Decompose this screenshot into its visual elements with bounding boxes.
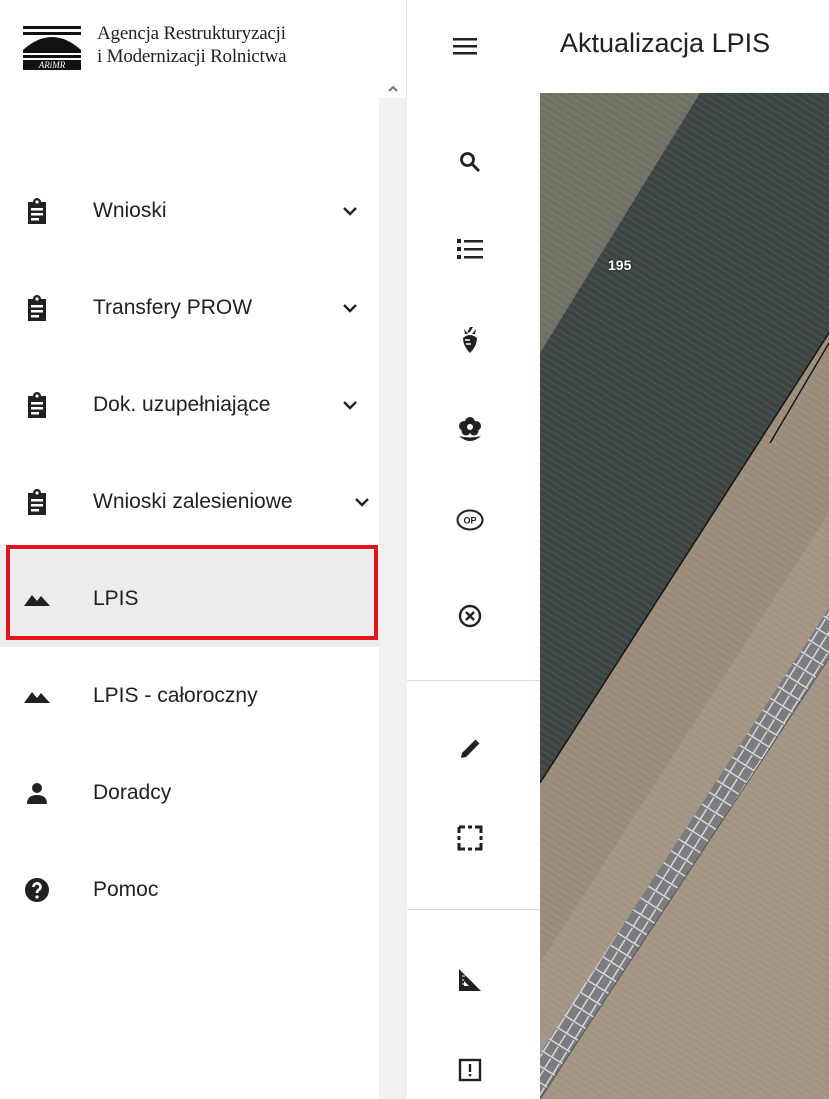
chevron-down-icon[interactable] <box>340 395 360 415</box>
chevron-down-icon[interactable] <box>352 492 372 512</box>
clipboard-icon <box>24 294 50 321</box>
sidebar-item-label: LPIS <box>93 586 139 610</box>
sidebar-item-label: Wnioski <box>93 198 167 222</box>
sidebar-item-transfery-prow[interactable]: Transfery PROW <box>0 259 379 356</box>
search-icon <box>460 152 481 173</box>
sidebar-item-lpis-caloroczny[interactable]: LPIS - całoroczny <box>0 647 379 744</box>
sidebar-item-label: Transfery PROW <box>93 295 253 319</box>
measure-tool-button[interactable] <box>451 961 489 999</box>
arimr-logo-icon: ARiMR <box>19 22 85 72</box>
alert-box-icon <box>458 1058 482 1082</box>
op-badge-icon: OP <box>456 509 484 531</box>
aerial-orthophoto[interactable] <box>540 93 829 1099</box>
sidebar-item-lpis[interactable]: LPIS <box>0 550 379 647</box>
agency-name-line1: Agencja Restrukturyzacji <box>97 23 286 44</box>
sidebar-scrollbar[interactable] <box>379 98 407 1099</box>
agency-name: Agencja Restrukturyzacji i Modernizacji … <box>97 22 287 68</box>
clipboard-icon <box>24 488 50 515</box>
sidebar-item-label: Doradcy <box>93 780 172 804</box>
sidebar-item-pomoc[interactable]: Pomoc <box>0 841 379 938</box>
page-title: Aktualizacja LPIS <box>560 28 771 58</box>
pencil-icon <box>461 739 480 758</box>
report-tool-button[interactable] <box>451 1051 489 1089</box>
sidebar-item-wnioski-zalesieniowe[interactable]: Wnioski zalesieniowe <box>0 453 379 550</box>
chevron-down-icon[interactable] <box>340 201 360 221</box>
crop-tool-button[interactable] <box>451 321 489 359</box>
navigation-drawer: ARiMR Agencja Restrukturyzacji i Moderni… <box>0 0 407 1099</box>
op-badge-label: OP <box>463 516 476 526</box>
aerial-map-view[interactable]: 195 <box>540 93 829 1099</box>
logo-wordmark: ARiMR <box>38 60 66 70</box>
sidebar-item-label: LPIS - całoroczny <box>93 683 258 707</box>
cancel-tool-button[interactable] <box>451 597 489 635</box>
sidebar-item-label: Wnioski zalesieniowe <box>93 489 293 513</box>
list-tool-button[interactable] <box>451 230 489 268</box>
edit-tool-button[interactable] <box>451 730 489 768</box>
flower-icon <box>459 417 481 441</box>
beet-icon <box>463 327 477 353</box>
parcel-number-label: 195 <box>608 257 632 273</box>
sidebar-item-label: Pomoc <box>93 877 159 901</box>
hamburger-menu-icon[interactable] <box>451 34 479 58</box>
search-tool-button[interactable] <box>451 143 489 181</box>
ruler-triangle-icon <box>459 969 481 991</box>
person-icon <box>24 780 50 806</box>
sidebar-item-wnioski[interactable]: Wnioski <box>0 162 379 259</box>
flower-tool-button[interactable] <box>451 411 489 449</box>
clipboard-icon <box>24 391 50 418</box>
help-icon <box>24 877 50 903</box>
select-area-tool-button[interactable] <box>451 819 489 857</box>
op-tool-button[interactable]: OP <box>451 501 489 539</box>
tool-divider <box>407 680 540 681</box>
sidebar-item-dok-uzupelniajace[interactable]: Dok. uzupełniające <box>0 356 379 453</box>
clipboard-icon <box>24 197 50 224</box>
cancel-circle-icon <box>458 604 482 628</box>
dashed-select-icon <box>457 825 483 851</box>
top-app-bar: Aktualizacja LPIS <box>407 0 829 93</box>
sidebar-menu: Wnioski Transfery PROW Dok. uzupełniając… <box>0 162 379 938</box>
sidebar-item-label: Dok. uzupełniające <box>93 392 271 416</box>
tool-divider <box>407 909 540 910</box>
terrain-icon <box>24 586 50 612</box>
arimr-logo[interactable]: ARiMR Agencja Restrukturyzacji i Moderni… <box>19 22 287 72</box>
list-icon <box>457 239 483 259</box>
agency-name-line2: i Modernizacji Rolnictwa <box>97 46 287 67</box>
scroll-up-arrow-icon[interactable] <box>386 82 400 96</box>
chevron-down-icon[interactable] <box>340 298 360 318</box>
map-tool-rail: OP <box>407 93 540 1099</box>
sidebar-item-doradcy[interactable]: Doradcy <box>0 744 379 841</box>
terrain-icon <box>24 683 50 709</box>
